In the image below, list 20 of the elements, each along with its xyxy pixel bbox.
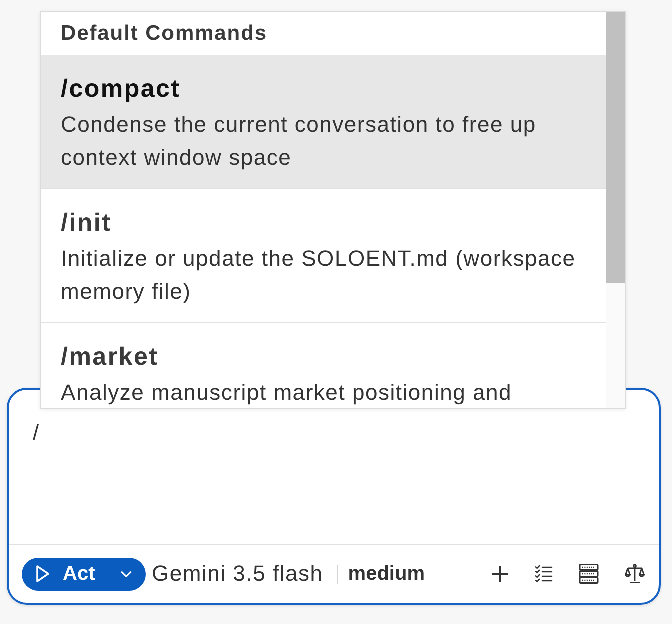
caret-down-icon bbox=[121, 570, 132, 578]
command-description: Initialize or update the SOLOENT.md (workspace memory file) bbox=[61, 245, 577, 306]
server-rack-icon[interactable] bbox=[579, 564, 599, 584]
command-item[interactable]: /market Analyze manuscript market positioning and bbox=[41, 323, 606, 408]
model-selector[interactable]: Gemini 3.5 flash bbox=[152, 561, 324, 587]
command-item[interactable]: /init Initialize or update the SOLOENT.md (workspace memory file) bbox=[41, 189, 606, 323]
command-name: /compact bbox=[61, 74, 182, 105]
command-description: Condense the current conversation to free up context window space bbox=[61, 111, 538, 172]
command-item[interactable]: /compact Condense the current conversation to free up context window space bbox=[41, 55, 606, 189]
command-description: Analyze manuscript market positioning and bbox=[61, 379, 514, 407]
popup-heading: Default Commands bbox=[60, 21, 268, 47]
checklist-icon[interactable] bbox=[535, 565, 553, 583]
scale-icon[interactable] bbox=[625, 564, 645, 584]
plus-icon[interactable] bbox=[491, 565, 509, 583]
scrollbar-thumb[interactable] bbox=[606, 12, 625, 283]
play-icon bbox=[36, 565, 50, 583]
act-button[interactable]: Act bbox=[22, 558, 146, 590]
command-name: /init bbox=[61, 208, 113, 239]
command-name: /market bbox=[61, 342, 160, 373]
reasoning-selector[interactable]: medium bbox=[348, 562, 425, 586]
